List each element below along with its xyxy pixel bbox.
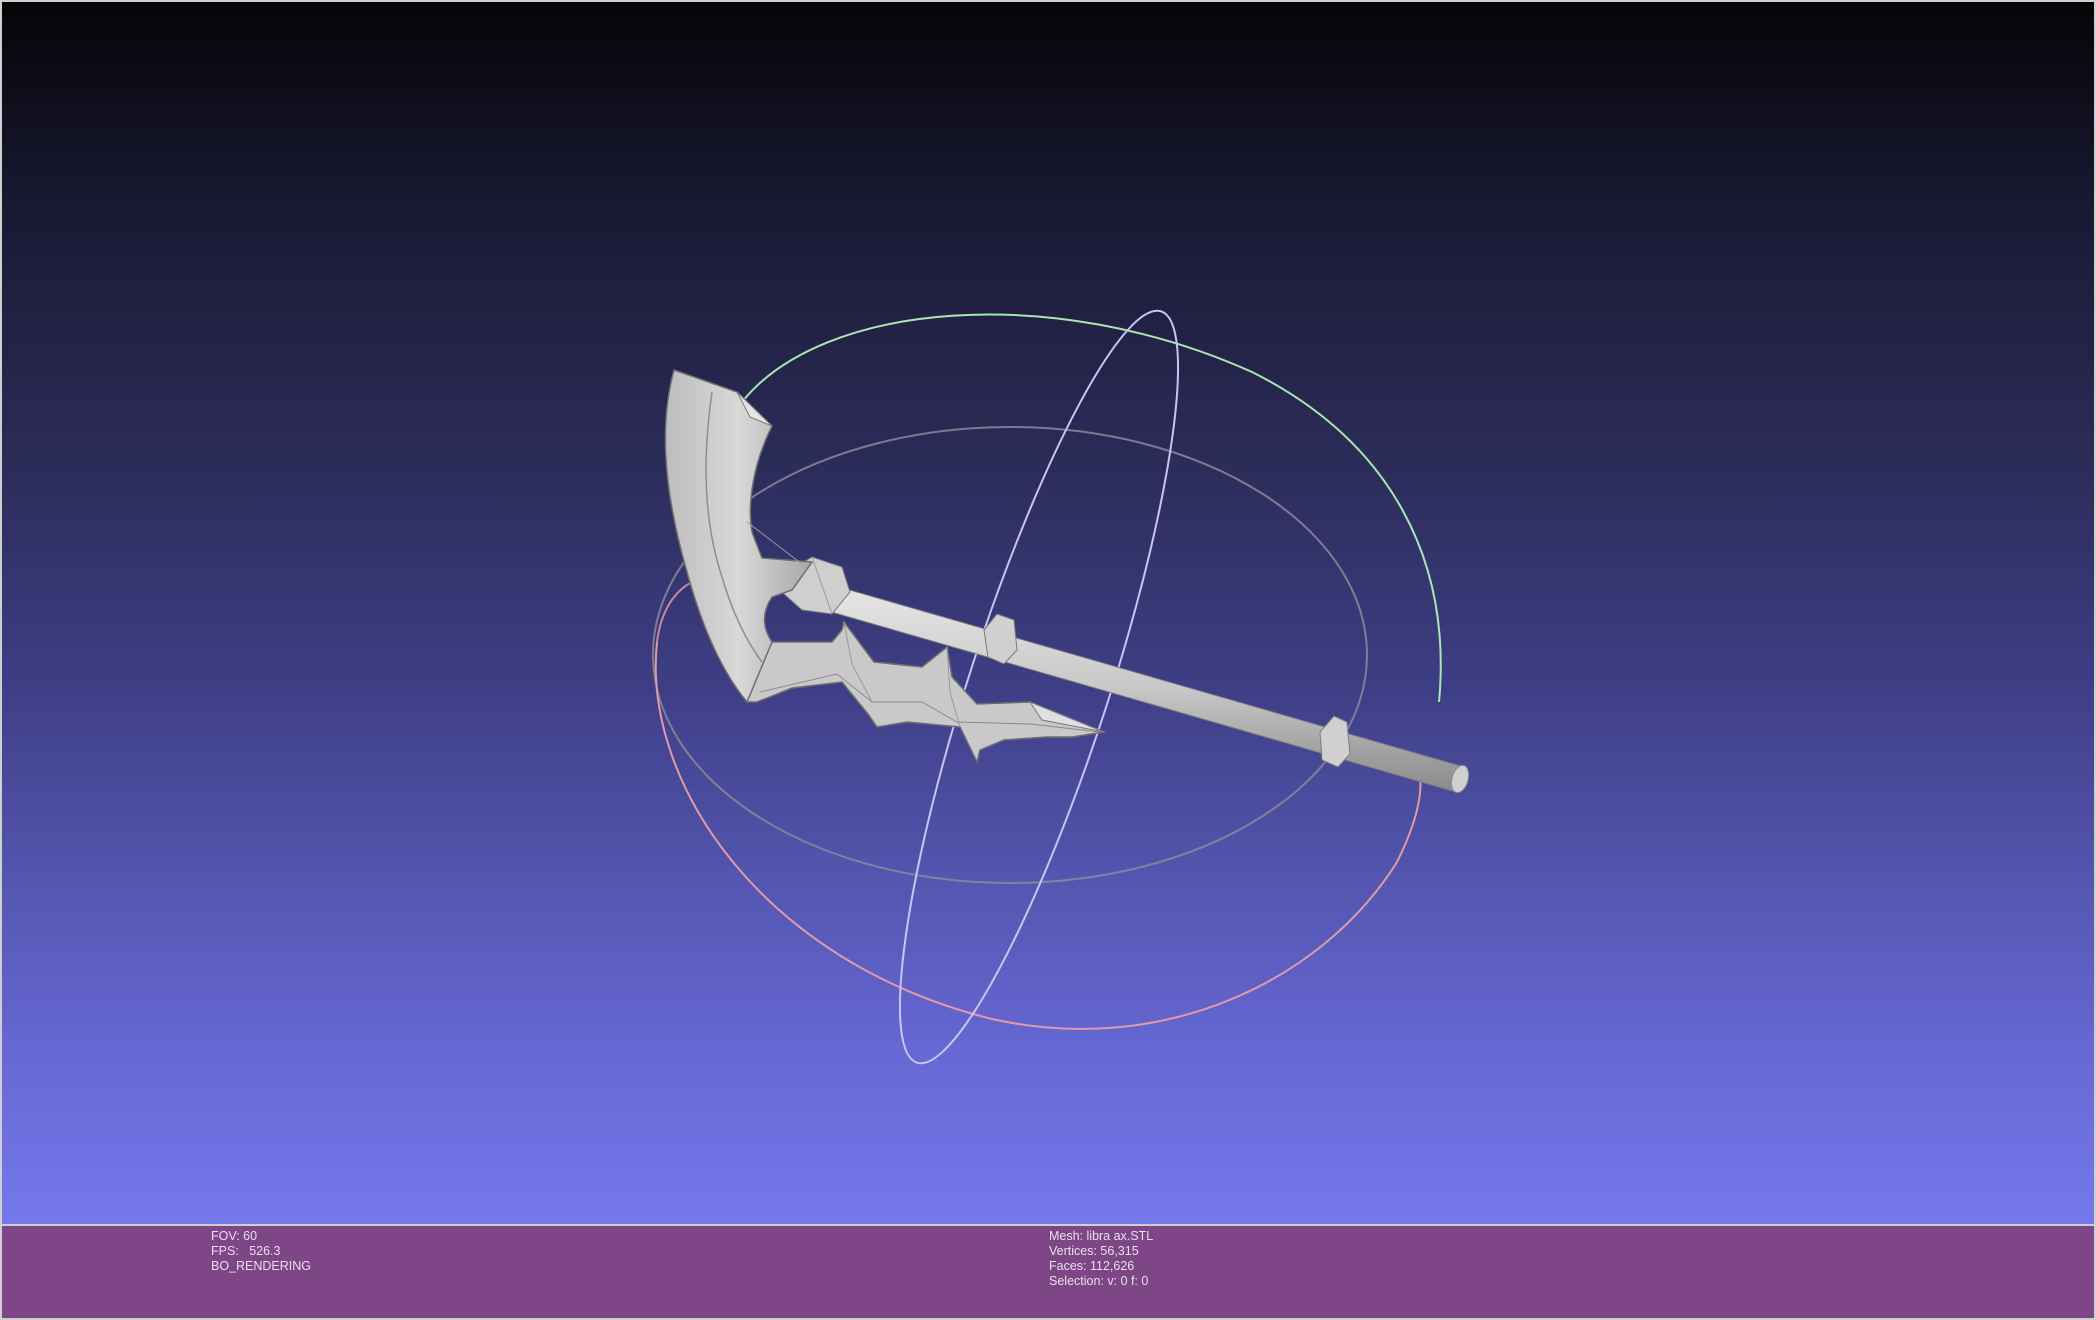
fps-readout: FPS: 526.3: [211, 1244, 281, 1258]
mesh-info: Mesh: libra ax.STL Vertices: 56,315 Face…: [1049, 1229, 1153, 1289]
trackball-ring-red-join: [656, 581, 693, 643]
render-mode-readout: BO_RENDERING: [211, 1259, 312, 1273]
vertex-count: Vertices: 56,315: [1049, 1244, 1139, 1258]
axe-spikes: [745, 620, 1107, 765]
selection-count: Selection: v: 0 f: 0: [1049, 1274, 1149, 1288]
axe-mesh-model[interactable]: [664, 369, 1471, 795]
axe-knot-lower: [1319, 715, 1351, 768]
fov-readout: FOV: 60: [211, 1229, 258, 1243]
trackball-ring-red: [654, 641, 1422, 1030]
3d-viewport[interactable]: [0, 0, 2096, 1226]
face-count: Faces: 112,626: [1049, 1259, 1135, 1273]
status-info-bar: FOV: 60 FPS: 526.3 BO_RENDERING Mesh: li…: [0, 1226, 2096, 1320]
render-info: FOV: 60 FPS: 526.3 BO_RENDERING: [211, 1229, 311, 1274]
scene-canvas[interactable]: [2, 2, 2094, 1224]
mesh-name: Mesh: libra ax.STL: [1049, 1229, 1154, 1243]
